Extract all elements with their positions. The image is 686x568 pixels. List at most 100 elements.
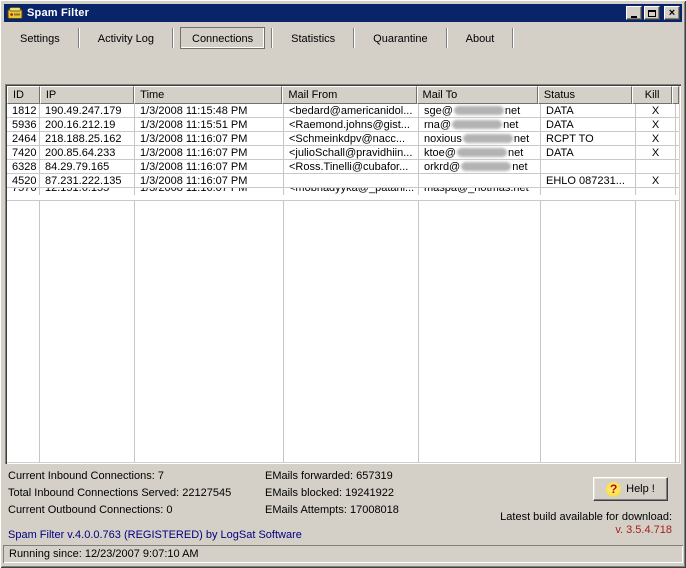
tab-separator bbox=[446, 28, 448, 48]
latest-build-version[interactable]: v. 3.5.4.718 bbox=[615, 524, 672, 536]
stat-total-inbound: Total Inbound Connections Served: 221275… bbox=[8, 485, 231, 502]
maximize-icon bbox=[648, 10, 656, 17]
cell-to: rna@net bbox=[419, 118, 541, 132]
kill-button[interactable]: X bbox=[636, 118, 676, 132]
table-empty-area bbox=[7, 201, 679, 462]
cell-from: <Raemond.johns@gist... bbox=[284, 118, 419, 132]
table-row[interactable]: 7420200.85.64.2331/3/2008 11:16:07 PM<ju… bbox=[7, 146, 679, 160]
redacted-address bbox=[452, 120, 502, 129]
cell-kill bbox=[636, 188, 676, 195]
cell-from: <bedard@americanidol... bbox=[284, 104, 419, 118]
column-header-kill[interactable]: Kill bbox=[632, 86, 672, 104]
cell-from: <Schmeinkdpv@nacc... bbox=[284, 132, 419, 146]
table-row[interactable]: 1812190.49.247.1791/3/2008 11:15:48 PM<b… bbox=[7, 104, 679, 118]
cell-id: 6328 bbox=[7, 160, 40, 174]
cell-to: sge@net bbox=[419, 104, 541, 118]
help-button[interactable]: ? Help ! bbox=[593, 477, 668, 501]
empty-cell bbox=[7, 201, 40, 462]
close-icon: × bbox=[669, 8, 675, 18]
tab-separator bbox=[271, 28, 273, 48]
cell-id: 7576 bbox=[7, 188, 40, 195]
redacted-address bbox=[463, 134, 513, 143]
column-header-ip[interactable]: IP bbox=[40, 86, 134, 104]
cell-time: 1/3/2008 11:15:51 PM bbox=[135, 118, 284, 132]
cell-id: 1812 bbox=[7, 104, 40, 118]
tab-connections[interactable]: Connections bbox=[180, 27, 265, 49]
empty-cell bbox=[636, 201, 676, 462]
cell-id: 4520 bbox=[7, 174, 40, 188]
table-body: 1812190.49.247.1791/3/2008 11:15:48 PM<b… bbox=[7, 104, 679, 462]
table-header: ID IP Time Mail From Mail To Status Kill bbox=[7, 86, 679, 104]
column-header-filler bbox=[672, 86, 679, 104]
latest-build-label: Latest build available for download: bbox=[500, 511, 672, 523]
table-row[interactable]: 5936200.16.212.191/3/2008 11:15:51 PM<Ra… bbox=[7, 118, 679, 132]
empty-cell bbox=[284, 201, 419, 462]
status-bar: Running since: 12/23/2007 9:07:10 AM bbox=[3, 545, 683, 563]
window-controls: × bbox=[626, 6, 680, 20]
tab-about[interactable]: About bbox=[454, 27, 507, 49]
table-row[interactable]: 632884.29.79.1651/3/2008 11:16:07 PM<Ros… bbox=[7, 160, 679, 174]
kill-button[interactable]: X bbox=[636, 132, 676, 146]
window-title: Spam Filter bbox=[27, 7, 626, 19]
kill-button[interactable]: X bbox=[636, 146, 676, 160]
maximize-button[interactable] bbox=[644, 6, 660, 20]
column-header-mail-to[interactable]: Mail To bbox=[417, 86, 538, 104]
redacted-address bbox=[457, 148, 507, 157]
cell-ip: 84.29.79.165 bbox=[40, 160, 135, 174]
tab-activity-log[interactable]: Activity Log bbox=[86, 27, 166, 49]
stat-current-inbound: Current Inbound Connections: 7 bbox=[8, 468, 231, 485]
column-header-id[interactable]: ID bbox=[7, 86, 40, 104]
tab-statistics[interactable]: Statistics bbox=[279, 27, 347, 49]
running-since-text: Running since: 12/23/2007 9:07:10 AM bbox=[9, 548, 199, 560]
cell-to: maspa@_hotmas.net bbox=[419, 188, 541, 195]
cell-ip: 12.151.6.155 bbox=[40, 188, 135, 195]
cell-to: ktoe@net bbox=[419, 146, 541, 160]
cell-status: DATA bbox=[541, 146, 636, 160]
tab-separator bbox=[353, 28, 355, 48]
cell-from: <julioSchall@pravidhiin... bbox=[284, 146, 419, 160]
table-row[interactable]: 452087.231.222.1351/3/2008 11:16:07 PM EH… bbox=[7, 174, 679, 188]
cell-time: 1/3/2008 11:16:07 PM bbox=[135, 174, 284, 188]
cell-status bbox=[541, 160, 636, 174]
titlebar[interactable]: Spam Filter × bbox=[4, 4, 682, 22]
cell-time: 1/3/2008 11:16:07 PM bbox=[135, 146, 284, 160]
cell-time: 1/3/2008 11:16:07 PM bbox=[135, 160, 284, 174]
kill-button[interactable]: X bbox=[636, 174, 676, 188]
empty-cell bbox=[40, 201, 135, 462]
table-row-clipped[interactable]: 757612.151.6.1551/3/2008 11:16:07 PM<mob… bbox=[7, 188, 679, 201]
connection-stats: Current Inbound Connections: 7 Total Inb… bbox=[8, 468, 231, 519]
column-header-time[interactable]: Time bbox=[134, 86, 282, 104]
cell-ip: 190.49.247.179 bbox=[40, 104, 135, 118]
email-stats: EMails forwarded: 657319 EMails blocked:… bbox=[265, 468, 399, 519]
cell-ip: 87.231.222.135 bbox=[40, 174, 135, 188]
cell-from: <Ross.Tinelli@cubafor... bbox=[284, 160, 419, 174]
cell-time: 1/3/2008 11:15:48 PM bbox=[135, 104, 284, 118]
cell-ip: 200.16.212.19 bbox=[40, 118, 135, 132]
cell-status: RCPT TO bbox=[541, 132, 636, 146]
connections-table: ID IP Time Mail From Mail To Status Kill… bbox=[5, 84, 681, 464]
tab-quarantine[interactable]: Quarantine bbox=[361, 27, 439, 49]
app-version-line[interactable]: Spam Filter v.4.0.0.763 (REGISTERED) by … bbox=[8, 529, 302, 541]
table-row[interactable]: 2464218.188.25.1621/3/2008 11:16:07 PM<S… bbox=[7, 132, 679, 146]
tab-bar: Settings Activity Log Connections Statis… bbox=[8, 26, 678, 50]
close-button[interactable]: × bbox=[664, 6, 680, 20]
cell-to: noxiousnet bbox=[419, 132, 541, 146]
minimize-icon bbox=[631, 16, 637, 18]
cell-kill bbox=[636, 160, 676, 174]
app-window: Spam Filter × Settings Activity Log Conn… bbox=[0, 0, 686, 568]
cell-status: EHLO 087231... bbox=[541, 174, 636, 188]
question-mark-icon: ? bbox=[606, 482, 621, 497]
stat-emails-blocked: EMails blocked: 19241922 bbox=[265, 485, 399, 502]
tab-separator bbox=[78, 28, 80, 48]
column-header-status[interactable]: Status bbox=[538, 86, 632, 104]
tab-settings[interactable]: Settings bbox=[8, 27, 72, 49]
cell-status bbox=[541, 188, 636, 195]
cell-from: <mobnadyyka@_patani... bbox=[284, 188, 419, 195]
help-button-label: Help ! bbox=[626, 483, 655, 495]
minimize-button[interactable] bbox=[626, 6, 642, 20]
cell-id: 5936 bbox=[7, 118, 40, 132]
spam-can-icon bbox=[7, 6, 23, 20]
column-header-mail-from[interactable]: Mail From bbox=[282, 86, 416, 104]
kill-button[interactable]: X bbox=[636, 104, 676, 118]
tab-separator bbox=[512, 28, 514, 48]
